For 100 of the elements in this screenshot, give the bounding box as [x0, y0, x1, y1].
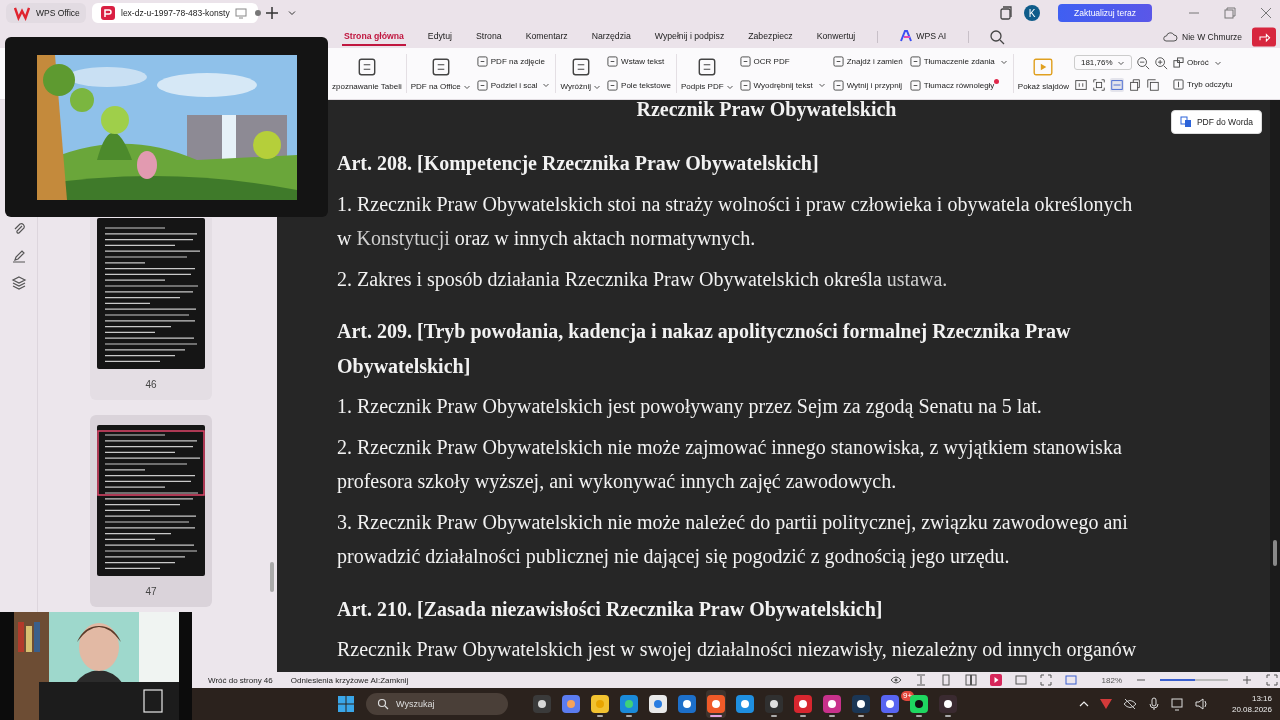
tool-icon — [739, 79, 751, 91]
article-paragraph: 2. Rzecznik Praw Obywatelskich nie może zajmować innego stanowiska, z wyjątkiem stanowiska profesora szkoły wyższej, ani wykonywać innych zajęć zawodowych. — [337, 434, 1123, 495]
ribbon-tab[interactable]: Zabezpiecz — [746, 28, 795, 46]
tool-icon — [909, 56, 921, 68]
document-tab[interactable]: lex-dz-u-1997-78-483-konsty — [92, 3, 258, 23]
zoom-in-icon[interactable] — [1241, 674, 1253, 686]
caret-icon — [817, 81, 826, 90]
ribbon-tab[interactable]: Konwertuj — [814, 28, 858, 46]
search-icon — [377, 698, 389, 710]
network-icon[interactable] — [1169, 696, 1186, 712]
article-heading: Art. 208. [Kompetencje Rzecznika Praw Obywatelskich] — [337, 151, 820, 177]
actual-size-icon[interactable] — [1014, 674, 1027, 686]
ribbon-button[interactable]: PDF na zdjęcie — [475, 55, 547, 69]
tool-icon — [476, 79, 488, 91]
two-page-icon[interactable] — [964, 674, 977, 686]
article-paragraph: 3. Rzecznik Praw Obywatelskich nie może należeć do partii politycznej, związku zawodowego ani prowadzić działalności publicznej nie dającej się pogodzić z godnością jego urzędu. — [337, 509, 1129, 570]
tool-icon — [832, 56, 844, 68]
article-paragraph: 1. Rzecznik Praw Obywatelskich stoi na straży wolności i praw człowieka i obywatela określonych w Konstytucji oraz w innych aktach normatywnych. — [337, 191, 1134, 252]
ribbon-tab[interactable]: Narzędzia — [589, 28, 633, 46]
ribbon-button[interactable]: Wstaw tekst — [606, 55, 666, 69]
article-paragraph: 2. Zakres i sposób działania Rzecznika Praw Obywatelskich określa ustawa. — [337, 266, 949, 293]
notification-dot-icon — [994, 78, 1000, 84]
ribbon-button[interactable]: OCR PDF — [738, 55, 791, 69]
clock-time[interactable]: 13:16 — [1251, 693, 1272, 704]
ribbon-tab[interactable]: Wypełnij i podpisz — [652, 28, 727, 46]
taskbar-app[interactable] — [706, 690, 726, 718]
share-icon[interactable] — [1252, 27, 1276, 47]
article-heading: Art. 210. [Zasada niezawisłości Rzecznika Praw Obywatelskich] — [337, 596, 884, 623]
cross-reference-link[interactable]: Odniesienia krzyżowe AI:Zamknij — [290, 675, 409, 685]
close-icon[interactable] — [1258, 5, 1274, 21]
windows-logo-icon[interactable] — [336, 694, 356, 714]
fullscreen-icon[interactable] — [1266, 674, 1278, 686]
w-logo-icon — [14, 5, 30, 21]
article-paragraph: Rzecznik Praw Obywatelskich jest w swojej działalności niezawisły, niezależny od innych organów — [337, 637, 1138, 663]
zoom-level[interactable]: 182% — [1101, 675, 1122, 685]
single-page-icon[interactable] — [939, 674, 952, 686]
fit-page-icon[interactable] — [1091, 77, 1106, 92]
tool-icon — [739, 56, 751, 68]
reading-mode-button[interactable]: Tryb odczytu — [1171, 78, 1234, 91]
eye-icon[interactable] — [889, 674, 902, 686]
monitor-icon — [234, 7, 247, 19]
layers-icon[interactable] — [10, 275, 27, 291]
ribbon-tab[interactable]: WPS AI — [898, 27, 949, 47]
ribbon-button[interactable]: zpoznawanie Tabeli — [332, 54, 402, 93]
ribbon-button[interactable]: Podpis PDF — [680, 54, 734, 93]
windows-icon[interactable] — [998, 5, 1015, 21]
thumbnail-card[interactable]: 46 — [90, 218, 212, 400]
ribbon-button[interactable]: Tłumaczenie zdania — [908, 55, 1009, 69]
pages-icon[interactable] — [1145, 77, 1160, 92]
article-heading: Art. 209. [Tryb powołania, kadencja i nakaz apolityczności formalnej Rzecznika Praw Obywatelskich] — [337, 319, 1072, 380]
pdf-to-word-button[interactable]: PDF do Worda — [1170, 110, 1262, 134]
search-field[interactable]: Wyszukaj — [366, 693, 508, 715]
ribbon-button[interactable]: Wyodrębnij tekst — [738, 78, 827, 92]
ribbon-button[interactable]: Wytnij i przypnij — [831, 78, 904, 92]
fit-width-icon[interactable] — [1064, 674, 1077, 686]
tool-icon — [909, 79, 921, 91]
pen-icon[interactable] — [10, 248, 27, 264]
fit-page-icon[interactable] — [1039, 674, 1052, 686]
tool-icon — [832, 79, 844, 91]
ribbon-tab[interactable]: Strona główna — [342, 28, 406, 46]
convert-icon — [1179, 116, 1192, 128]
zoom-in-icon[interactable] — [1153, 55, 1168, 70]
pdf-file-icon — [100, 5, 116, 21]
ribbon-button[interactable]: Pole tekstowe — [606, 78, 672, 92]
zoom-out-icon[interactable] — [1135, 55, 1150, 70]
fit-width-icon[interactable] — [1109, 77, 1124, 92]
ribbon-button[interactable]: Podziel i scal — [475, 78, 552, 92]
page-icon[interactable] — [1127, 77, 1142, 92]
law-link[interactable]: Konstytucji — [356, 227, 450, 249]
cloud-icon — [1162, 29, 1178, 45]
rotate-button[interactable]: Obróć — [1171, 56, 1234, 69]
volume-icon[interactable] — [1193, 696, 1210, 712]
ribbon-button[interactable]: Tłumacz równoległy — [908, 78, 996, 92]
ribbon-button[interactable]: Wyróżnij — [560, 54, 602, 93]
ribbon-button[interactable]: Znajdź i zamień — [831, 55, 904, 69]
slideshow-button[interactable]: Pokaż slajdów — [1017, 54, 1069, 93]
law-link[interactable]: ustawa. — [886, 267, 948, 290]
new-tab-icon[interactable] — [264, 5, 280, 21]
back-link[interactable]: Wróć do strony 46 — [208, 675, 273, 685]
cloud-status[interactable]: Nie W Chmurze — [1162, 29, 1242, 45]
video-window[interactable] — [5, 37, 328, 217]
zoom-field[interactable]: 181,76% — [1073, 55, 1132, 70]
thumbnail-card[interactable]: 47 — [90, 415, 212, 607]
search-icon[interactable] — [989, 29, 1006, 45]
actual-size-icon[interactable] — [1073, 77, 1088, 92]
ribbon-tab[interactable]: Edytuj — [425, 28, 454, 46]
user-avatar[interactable]: K — [1024, 5, 1041, 21]
tool-icon — [476, 56, 488, 68]
document-tab[interactable]: WPS Office — [6, 3, 86, 23]
book-icon — [1172, 79, 1184, 90]
ai-logo-icon — [900, 30, 913, 42]
ribbon-tab[interactable]: Strona — [474, 28, 504, 46]
eye-off-icon[interactable] — [1121, 696, 1138, 712]
clock-date[interactable]: 20.08.2026 — [1231, 704, 1272, 715]
ribbon-tab[interactable]: Komentarz — [523, 28, 570, 46]
tool-icon — [607, 56, 619, 68]
rotate-icon — [1172, 57, 1184, 68]
ribbon-button[interactable]: PDF na Office — [410, 54, 471, 93]
tool-icon — [607, 79, 619, 91]
update-button[interactable]: Zaktualizuj teraz — [1058, 4, 1152, 22]
